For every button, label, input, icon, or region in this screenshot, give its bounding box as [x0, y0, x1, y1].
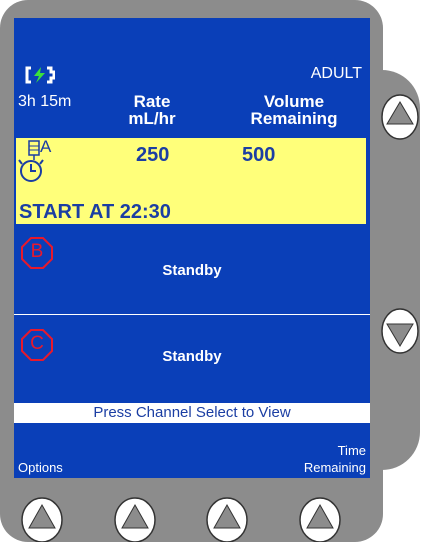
- channel-c-status: Standby: [162, 348, 222, 365]
- softkey-2[interactable]: [113, 494, 157, 542]
- rate-header-line2: mL/hr: [128, 109, 176, 128]
- scroll-down-key[interactable]: [380, 306, 422, 356]
- channel-b-status: Standby: [162, 262, 222, 279]
- battery-time-remaining: 3h 15m: [18, 93, 72, 110]
- channel-a-rate: 250: [136, 144, 170, 166]
- channel-c-panel[interactable]: C Standby: [14, 316, 370, 402]
- softkey-4-time-remaining[interactable]: [298, 494, 342, 542]
- channel-b-letter: B: [30, 241, 44, 262]
- prompt-bar: Press Channel Select to View: [14, 403, 370, 423]
- softkey-label-time-remaining: Time Remaining: [304, 442, 366, 476]
- channel-a-volume: 500: [242, 144, 276, 166]
- softkey-label-remaining: Remaining: [303, 460, 366, 475]
- battery-charging-icon: [25, 66, 55, 84]
- channel-a-delayed-start: START AT 22:30: [19, 201, 171, 223]
- channel-a-panel[interactable]: A 250 500 START AT 22:30: [16, 137, 366, 224]
- display-screen: 3h 15m ADULT Rate mL/hr Volume Remaining…: [14, 18, 370, 478]
- channel-divider: [14, 314, 370, 315]
- softkey-1-options[interactable]: [20, 494, 64, 542]
- volume-header-line1: Volume: [263, 92, 325, 111]
- rate-header: Rate mL/hr: [116, 93, 188, 127]
- scroll-up-key[interactable]: [380, 92, 422, 142]
- softkey-label-time: Time: [337, 443, 366, 458]
- softkey-label-options: Options: [18, 460, 63, 475]
- volume-header-line2: Remaining: [250, 109, 338, 128]
- channel-b-panel[interactable]: B Standby: [14, 224, 370, 316]
- iv-bag-icon: [28, 140, 40, 156]
- rate-header-line1: Rate: [133, 92, 171, 111]
- channel-a-letter: A: [40, 137, 52, 156]
- volume-header: Volume Remaining: [240, 93, 348, 127]
- softkey-3[interactable]: [205, 494, 249, 542]
- patient-mode-label: ADULT: [310, 65, 362, 82]
